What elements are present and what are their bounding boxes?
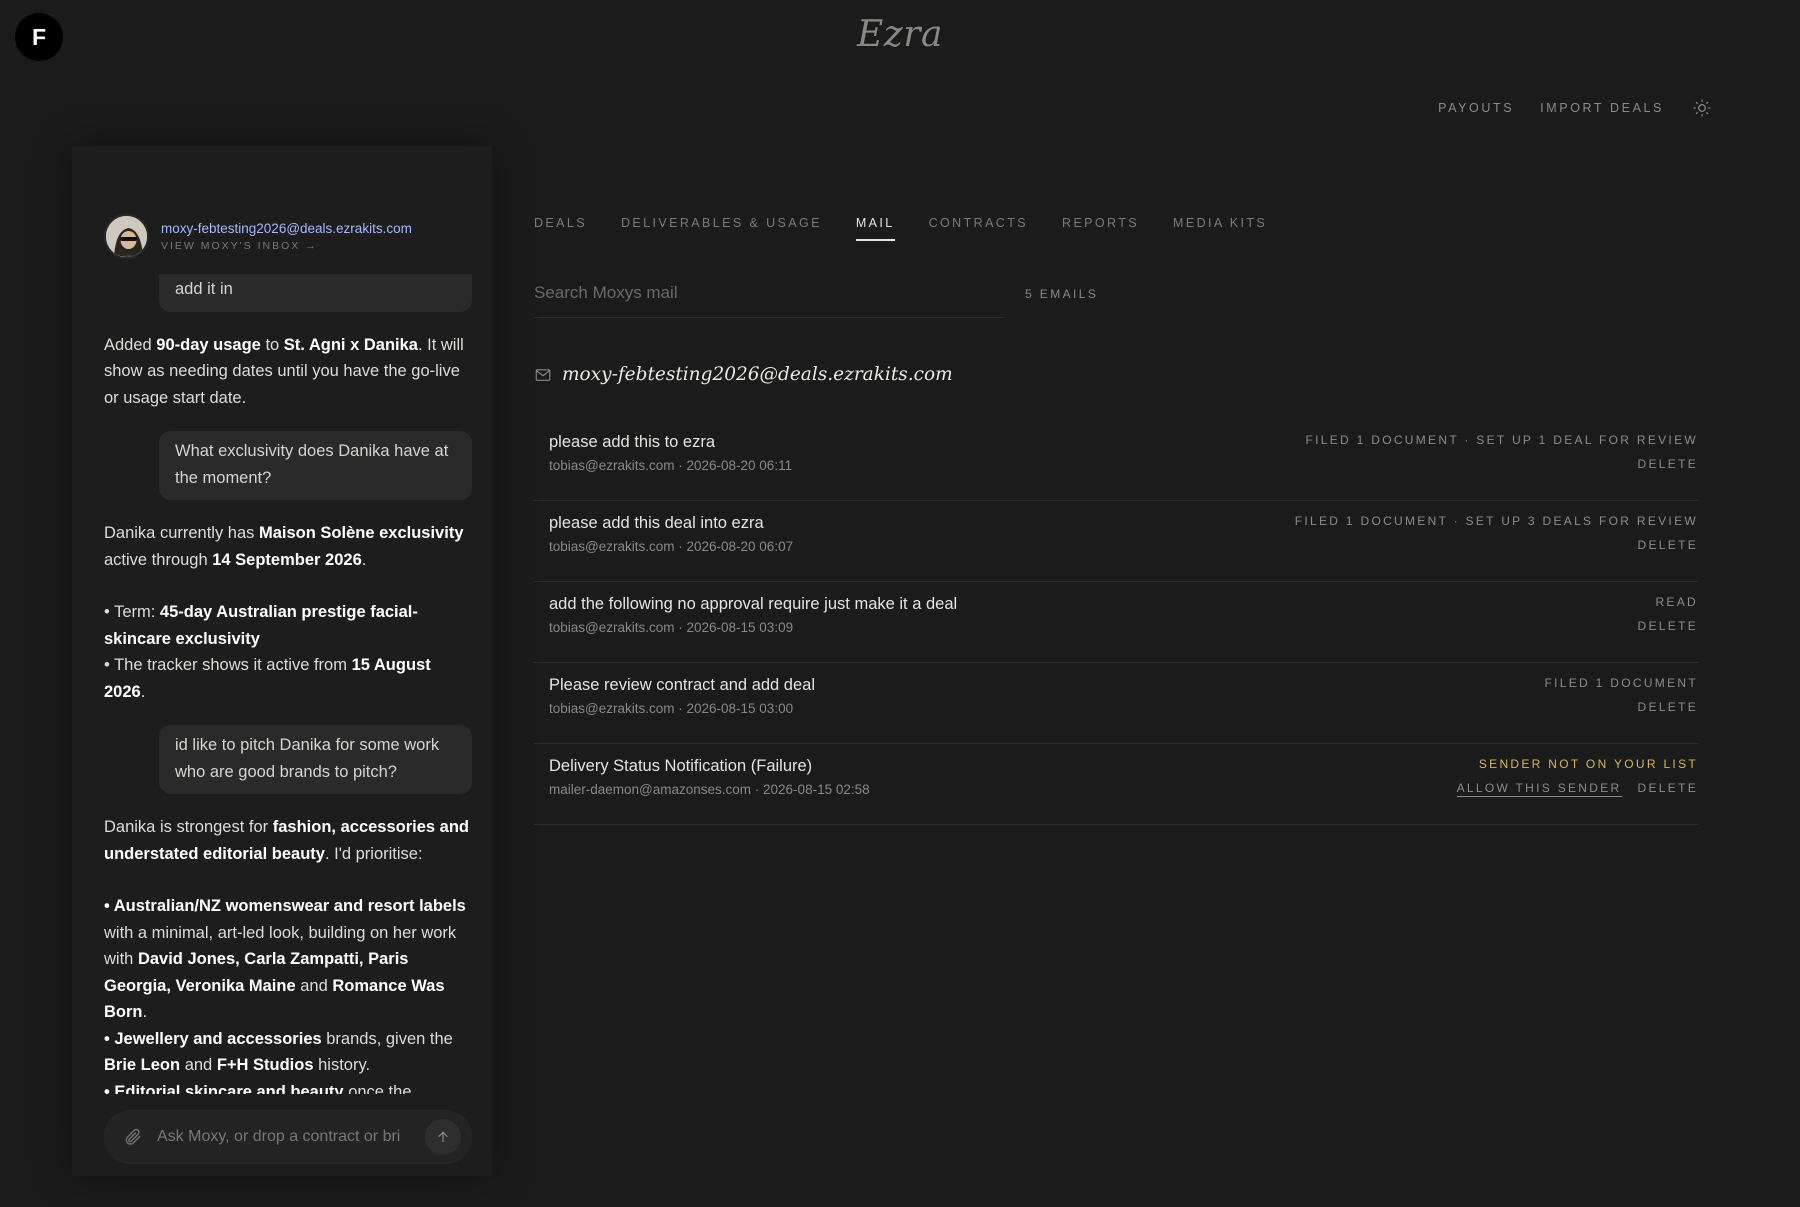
arrow-up-icon xyxy=(438,1131,448,1143)
email-status: FILED 1 DOCUMENT · SET UP 1 DEAL FOR REV… xyxy=(1305,433,1698,447)
tab-reports[interactable]: REPORTS xyxy=(1062,216,1139,240)
email-actions: DELETE xyxy=(1638,619,1698,633)
email-meta: tobias@ezrakits.com · 2026-08-20 06:11 xyxy=(549,458,793,473)
send-button[interactable] xyxy=(425,1119,461,1155)
email-actions: ALLOW THIS SENDER DELETE xyxy=(1456,781,1698,797)
brand-logo: Ezra xyxy=(857,14,943,55)
email-row[interactable]: please add this deal into ezra tobias@ez… xyxy=(534,501,1698,582)
paperclip-icon[interactable] xyxy=(123,1127,143,1147)
delete-button[interactable]: DELETE xyxy=(1638,700,1698,714)
envelope-icon xyxy=(535,368,551,381)
mail-search xyxy=(534,276,1004,318)
email-subject: please add this to ezra xyxy=(549,433,716,451)
chat-composer xyxy=(104,1110,472,1164)
email-row[interactable]: please add this to ezra tobias@ezrakits.… xyxy=(534,420,1698,501)
email-meta: tobias@ezrakits.com · 2026-08-20 06:07 xyxy=(549,539,794,554)
sender-warning: SENDER NOT ON YOUR LIST xyxy=(1478,757,1698,771)
delete-button[interactable]: DELETE xyxy=(1638,619,1698,633)
delete-button[interactable]: DELETE xyxy=(1638,457,1698,471)
email-row[interactable]: Please review contract and add deal tobi… xyxy=(534,663,1698,744)
chat-messages: add it in Added 90-day usage to St. Agni… xyxy=(104,274,472,1094)
mail-search-input[interactable] xyxy=(534,276,1004,310)
email-meta: mailer-daemon@amazonses.com · 2026-08-15… xyxy=(549,782,870,797)
mailbox-address: moxy-febtesting2026@deals.ezrakits.com xyxy=(562,364,953,385)
allow-sender-button[interactable]: ALLOW THIS SENDER xyxy=(1456,781,1622,797)
email-count: 5 EMAILS xyxy=(1025,287,1099,301)
app-root: F Ezra PAYOUTS IMPORT DEALS moxy-febtest… xyxy=(0,0,1800,1207)
assistant-message: Danika currently has Maison Solène exclu… xyxy=(104,524,464,701)
email-status: FILED 1 DOCUMENT · SET UP 3 DEALS FOR RE… xyxy=(1294,514,1698,528)
email-subject: Please review contract and add deal xyxy=(549,676,815,694)
email-status: READ xyxy=(1655,595,1698,609)
view-inbox-link[interactable]: VIEW MOXY'S INBOX → xyxy=(161,240,412,252)
main-tabs: DEALS DELIVERABLES & USAGE MAIL CONTRACT… xyxy=(534,216,1267,241)
tab-media-kits[interactable]: MEDIA KITS xyxy=(1173,216,1267,240)
email-subject: Delivery Status Notification (Failure) xyxy=(549,757,813,775)
user-message: What exclusivity does Danika have at the… xyxy=(159,431,472,500)
user-message: id like to pitch Danika for some work wh… xyxy=(159,725,472,794)
inbox-email: moxy-febtesting2026@deals.ezrakits.com xyxy=(161,221,412,236)
user-message: add it in xyxy=(159,274,472,312)
tab-deals[interactable]: DEALS xyxy=(534,216,587,240)
tab-mail[interactable]: MAIL xyxy=(855,216,895,241)
email-row[interactable]: Delivery Status Notification (Failure) m… xyxy=(534,744,1698,825)
inbox-header: moxy-febtesting2026@deals.ezrakits.com V… xyxy=(104,214,412,259)
payouts-link[interactable]: PAYOUTS xyxy=(1438,101,1514,115)
import-deals-link[interactable]: IMPORT DEALS xyxy=(1540,101,1664,115)
assistant-message: Added 90-day usage to St. Agni x Danika.… xyxy=(104,335,464,407)
email-list: please add this to ezra tobias@ezrakits.… xyxy=(534,420,1698,825)
email-status: FILED 1 DOCUMENT xyxy=(1544,676,1698,690)
email-actions: DELETE xyxy=(1638,538,1698,552)
moxy-avatar xyxy=(104,214,149,259)
email-actions: DELETE xyxy=(1638,457,1698,471)
delete-button[interactable]: DELETE xyxy=(1638,781,1698,797)
tab-contracts[interactable]: CONTRACTS xyxy=(929,216,1028,240)
chat-panel: moxy-febtesting2026@deals.ezrakits.com V… xyxy=(72,146,492,1176)
email-subject: please add this deal into ezra xyxy=(549,514,764,532)
delete-button[interactable]: DELETE xyxy=(1638,538,1698,552)
email-row[interactable]: add the following no approval require ju… xyxy=(534,582,1698,663)
email-meta: tobias@ezrakits.com · 2026-08-15 03:09 xyxy=(549,620,794,635)
assistant-message: Danika is strongest for fashion, accesso… xyxy=(104,818,470,1094)
tab-deliverables-usage[interactable]: DELIVERABLES & USAGE xyxy=(621,216,822,240)
email-meta: tobias@ezrakits.com · 2026-08-15 03:00 xyxy=(549,701,794,716)
top-nav: PAYOUTS IMPORT DEALS xyxy=(1438,98,1712,118)
mailbox-title: moxy-febtesting2026@deals.ezrakits.com xyxy=(534,364,953,385)
sun-icon[interactable] xyxy=(1692,98,1712,118)
email-actions: DELETE xyxy=(1638,700,1698,714)
chat-input[interactable] xyxy=(157,1128,425,1146)
email-subject: add the following no approval require ju… xyxy=(549,595,958,613)
